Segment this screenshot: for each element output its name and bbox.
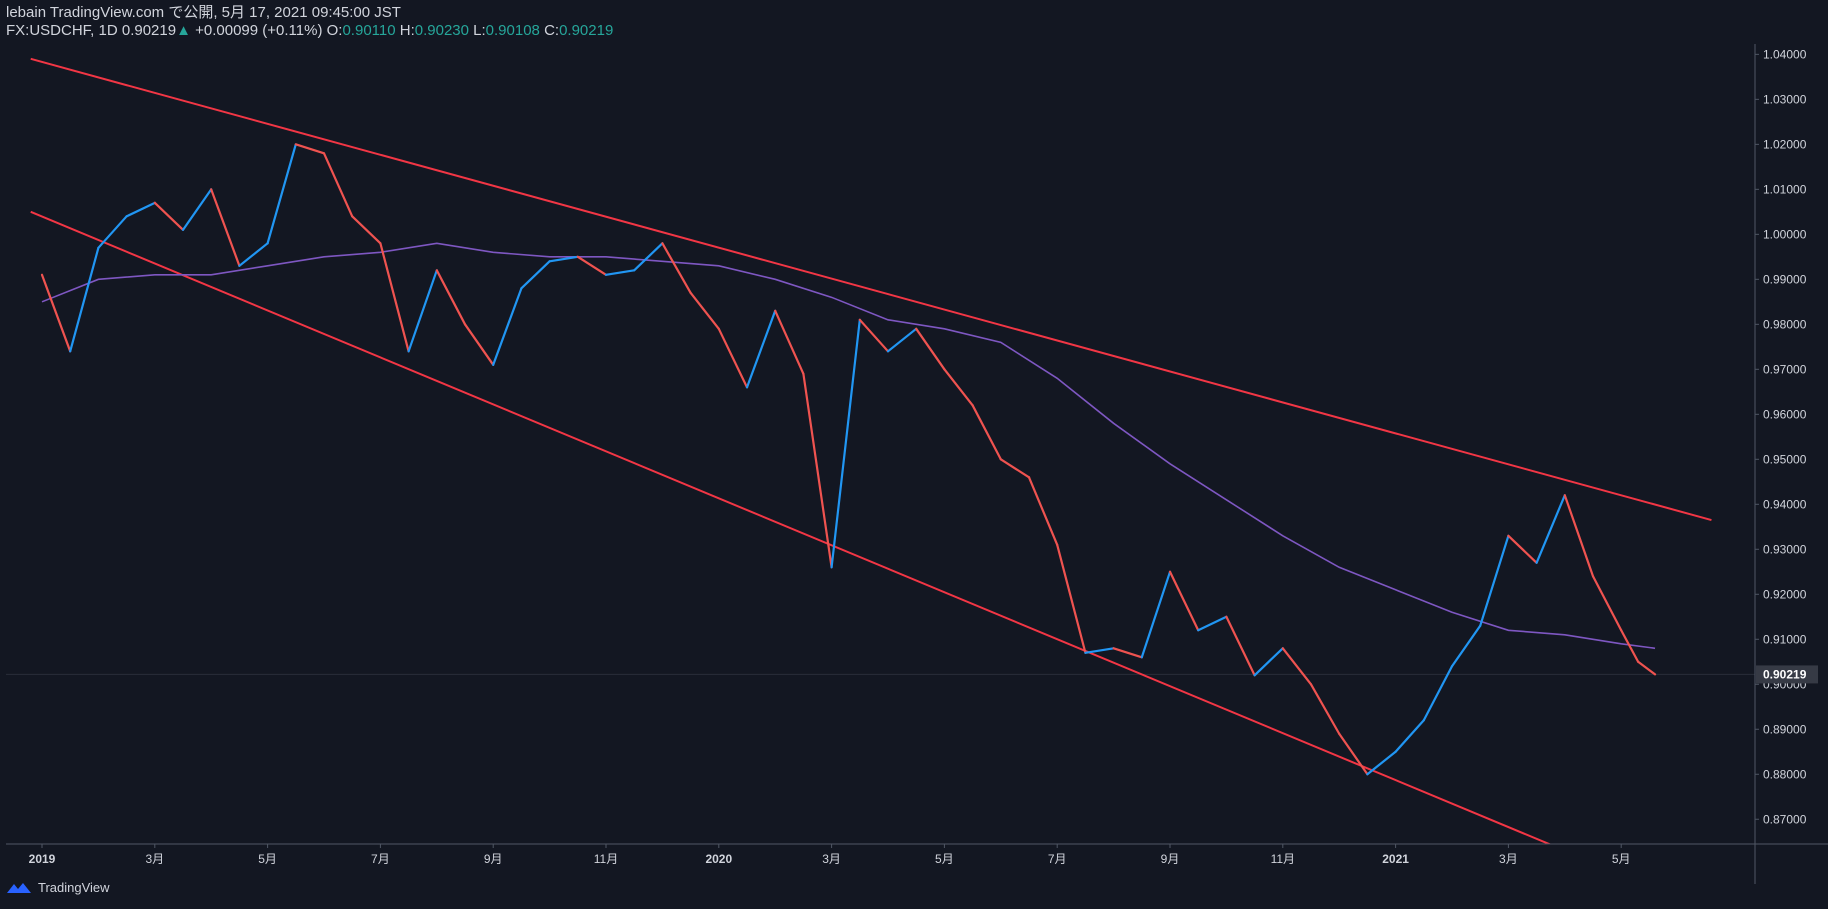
price-segment bbox=[379, 242, 410, 353]
price-segment bbox=[604, 269, 636, 276]
price-tick-label: 0.89000 bbox=[1763, 722, 1807, 736]
price-segment bbox=[1197, 615, 1228, 632]
price-chart[interactable]: 1.04000 1.03000 1.02000 1.01000 1.00000 0.990… bbox=[0, 0, 1828, 909]
price-tick-label: 0.98000 bbox=[1763, 317, 1807, 331]
price-segment bbox=[915, 327, 946, 371]
tradingview-logo-icon bbox=[7, 882, 31, 893]
price-segment bbox=[322, 152, 354, 218]
price-segment bbox=[1338, 732, 1369, 776]
price-segment bbox=[1563, 494, 1595, 578]
time-tick-label: 3月 bbox=[822, 852, 841, 866]
footer-brand: TradingView bbox=[6, 880, 110, 895]
price-segment bbox=[1479, 534, 1510, 627]
time-tick-label: 7月 bbox=[1048, 852, 1067, 866]
price-segment bbox=[463, 323, 495, 366]
price-tick-label: 0.91000 bbox=[1763, 632, 1807, 646]
price-tick-label: 1.02000 bbox=[1763, 137, 1807, 151]
time-tick-label: 5月 bbox=[258, 852, 277, 866]
price-segment bbox=[1507, 534, 1538, 564]
time-tick-label: 9月 bbox=[1161, 852, 1180, 866]
last-price-badge: 0.90219 bbox=[1756, 665, 1818, 684]
price-tick-label: 0.87000 bbox=[1763, 812, 1807, 826]
price-segment bbox=[520, 260, 551, 290]
price-segment bbox=[633, 242, 664, 272]
price-segment bbox=[153, 201, 185, 231]
time-tick-label: 5月 bbox=[1612, 852, 1631, 866]
time-tick-label: 11月 bbox=[594, 852, 618, 866]
price-tick-label: 0.96000 bbox=[1763, 407, 1807, 421]
price-segment bbox=[1084, 647, 1115, 654]
price-tick-label: 0.95000 bbox=[1763, 452, 1807, 466]
time-tick-label: 2019 bbox=[29, 852, 56, 866]
price-segment bbox=[1027, 476, 1059, 546]
price-segment bbox=[1140, 570, 1172, 659]
price-segment bbox=[407, 269, 438, 353]
price-segment bbox=[661, 242, 692, 294]
price-segment bbox=[689, 291, 720, 330]
price-segment bbox=[238, 242, 269, 267]
price-segment bbox=[1366, 750, 1397, 776]
price-segment bbox=[1637, 660, 1657, 676]
time-tick-label: 7月 bbox=[371, 852, 390, 866]
footer-brand-label: TradingView bbox=[38, 880, 110, 895]
price-tick-label: 0.97000 bbox=[1763, 362, 1807, 376]
plot-area bbox=[6, 57, 1755, 844]
price-tick-label: 1.03000 bbox=[1763, 92, 1807, 106]
price-segment bbox=[971, 404, 1002, 461]
price-segment bbox=[999, 458, 1031, 479]
price-segment bbox=[125, 201, 156, 218]
price-segment bbox=[492, 287, 523, 366]
price-segment bbox=[69, 246, 100, 353]
price-segment bbox=[1394, 719, 1425, 753]
price-segment bbox=[1535, 494, 1566, 564]
price-segment bbox=[802, 372, 833, 569]
price-segment bbox=[858, 318, 890, 353]
price-segment bbox=[1309, 683, 1341, 735]
price-segment bbox=[717, 327, 749, 389]
price-segment bbox=[435, 269, 467, 326]
price-tick-label: 1.04000 bbox=[1763, 47, 1807, 61]
price-segment bbox=[210, 188, 241, 267]
price-segment bbox=[1112, 647, 1143, 659]
price-segment bbox=[266, 143, 297, 245]
price-segment bbox=[294, 143, 326, 155]
price-segment bbox=[576, 255, 608, 276]
price-segment bbox=[351, 215, 382, 245]
price-tick-label: 0.93000 bbox=[1763, 542, 1807, 556]
price-segment bbox=[181, 188, 213, 231]
trendline-1 bbox=[30, 57, 1712, 522]
price-segment bbox=[1591, 575, 1623, 632]
price-segment bbox=[1056, 543, 1087, 654]
time-tick-label: 5月 bbox=[935, 852, 954, 866]
price-tick-label: 1.00000 bbox=[1763, 227, 1807, 241]
price-tick-label: 0.99000 bbox=[1763, 272, 1807, 286]
price-segment bbox=[830, 318, 861, 569]
price-segment bbox=[1225, 615, 1256, 677]
last-price-label: 0.90219 bbox=[1763, 667, 1807, 681]
price-segment bbox=[745, 309, 777, 389]
time-tick-label: 3月 bbox=[145, 852, 164, 866]
time-tick-label: 2021 bbox=[1382, 852, 1409, 866]
price-tick-label: 1.01000 bbox=[1763, 182, 1807, 196]
price-segment bbox=[97, 215, 128, 249]
price-segment bbox=[1168, 570, 1200, 632]
time-tick-label: 3月 bbox=[1499, 852, 1518, 866]
price-tick-label: 0.92000 bbox=[1763, 587, 1807, 601]
price-segment bbox=[943, 368, 974, 407]
time-tick-label: 2020 bbox=[705, 852, 732, 866]
price-segment bbox=[1253, 647, 1284, 677]
time-tick-label: 11月 bbox=[1271, 852, 1295, 866]
price-segment bbox=[886, 327, 918, 353]
price-segment bbox=[774, 309, 805, 375]
price-segment bbox=[1450, 624, 1482, 668]
price-tick-label: 0.88000 bbox=[1763, 767, 1807, 781]
price-tick-label: 0.94000 bbox=[1763, 497, 1807, 511]
trendline-2 bbox=[30, 210, 1552, 844]
moving-average-line bbox=[41, 242, 1656, 650]
price-segment bbox=[40, 273, 72, 353]
time-tick-label: 9月 bbox=[484, 852, 503, 866]
price-segment bbox=[1281, 647, 1313, 686]
